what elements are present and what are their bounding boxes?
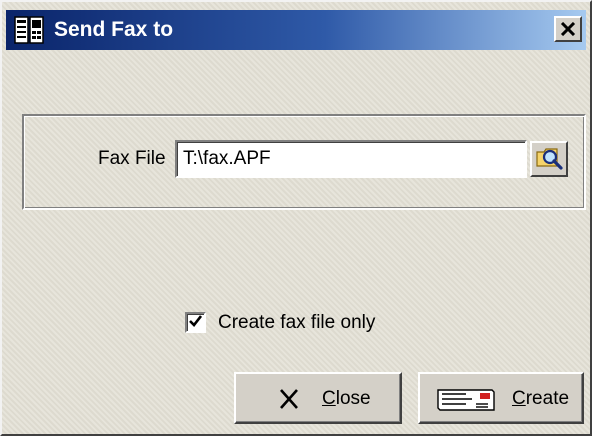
create-fax-only-label[interactable]: Create fax file only <box>218 312 375 334</box>
create-fax-only-checkbox[interactable] <box>185 312 206 333</box>
dialog-title: Send Fax to <box>54 18 174 41</box>
fax-file-input[interactable]: T:\fax.APF <box>175 140 527 178</box>
magnifier-folder-icon <box>535 144 563 175</box>
create-button[interactable]: Create <box>418 372 584 424</box>
fax-machine-icon <box>436 384 496 419</box>
send-fax-dialog <box>0 0 592 436</box>
fax-file-label: Fax File <box>98 148 166 169</box>
browse-button[interactable] <box>530 141 568 177</box>
create-button-label: Create <box>512 388 570 409</box>
close-button[interactable]: Close <box>234 372 402 424</box>
title-bar[interactable]: Send Fax to <box>6 10 586 50</box>
x-icon <box>278 388 300 415</box>
fax-document-icon <box>14 16 44 44</box>
close-button-label: Close <box>322 388 371 409</box>
close-x-icon[interactable] <box>554 16 582 42</box>
checkmark-icon <box>189 314 203 332</box>
